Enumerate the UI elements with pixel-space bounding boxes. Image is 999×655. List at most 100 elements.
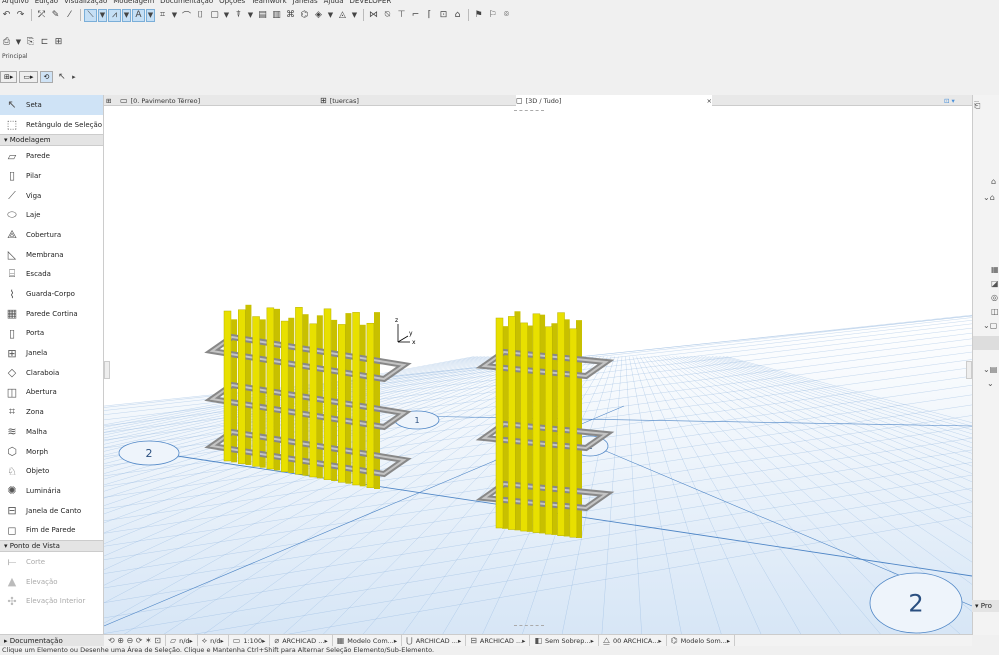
view-map-icon[interactable]: ⊡ ▾: [944, 95, 968, 106]
expand-icon[interactable]: ⌄▢: [983, 321, 997, 330]
tool-object[interactable]: ♘ Objeto: [0, 461, 103, 481]
chevron-right-icon[interactable]: ▸: [221, 637, 224, 645]
show-trace-icon[interactable]: ▥: [270, 9, 283, 22]
line-tool-icon[interactable]: ⟍: [84, 8, 97, 22]
panel-divider[interactable]: [973, 336, 999, 350]
tab-list-icon[interactable]: ⊞: [106, 95, 120, 106]
menu-item-2[interactable]: Visualização: [64, 0, 107, 5]
tool-column[interactable]: ▯ Pilar: [0, 166, 103, 186]
properties-section[interactable]: ▾ Pro: [972, 600, 999, 612]
chevron-right-icon[interactable]: ▸: [522, 637, 525, 645]
marquee-icon[interactable]: ▢: [208, 9, 221, 22]
tool-arrow-cursor[interactable]: ↖ Seta: [0, 95, 103, 115]
fillet-icon[interactable]: ⌐: [409, 9, 422, 22]
quick-option-dimension[interactable]: ⊟ ARCHICAD ... ▸: [466, 635, 531, 646]
tool-section[interactable]: ⟝ Corte: [0, 552, 103, 572]
quick-option-pen-set[interactable]: ⋃ ARCHICAD ... ▸: [402, 635, 467, 646]
quick-option-model-view[interactable]: ▦ Modelo Com... ▸: [333, 635, 403, 646]
view-icon[interactable]: ▦: [991, 265, 999, 274]
layers-icon[interactable]: ◈: [312, 9, 325, 22]
tool-interior-elevation[interactable]: ✣ Elevação Interior: [0, 592, 103, 612]
tool-wall-end[interactable]: ◻ Fim de Parede: [0, 520, 103, 540]
tab-schedule[interactable]: ⊞ [tuercas]: [320, 95, 516, 106]
menu-item-7[interactable]: Janelas: [293, 0, 318, 5]
quick-option-layer-combo[interactable]: ⌀ ARCHICAD ... ▸: [270, 635, 333, 646]
project-icon[interactable]: ⌂: [991, 177, 996, 186]
chevron-down-icon[interactable]: ▼: [98, 8, 107, 22]
undo-icon[interactable]: ↶: [0, 9, 13, 22]
trace-icon[interactable]: ▤: [256, 9, 269, 22]
chevron-down-icon[interactable]: ▼: [146, 8, 155, 22]
chevron-down-icon[interactable]: ▼: [326, 9, 335, 22]
chevron-right-icon[interactable]: ▸: [262, 637, 265, 645]
renovation-icon[interactable]: ◬: [336, 9, 349, 22]
find-select-icon[interactable]: ⍉: [381, 9, 394, 22]
grid-snap-icon[interactable]: ⌗: [156, 9, 169, 22]
tool-mesh[interactable]: ≋ Malha: [0, 422, 103, 442]
tool-lamp[interactable]: ✺ Luminária: [0, 481, 103, 501]
tool-shell[interactable]: ◺ Membrana: [0, 245, 103, 265]
lock-icon[interactable]: ⍒: [232, 9, 245, 22]
sheet-icon[interactable]: ◫: [991, 307, 999, 316]
quick-option-renovation[interactable]: ⧋ 00 ARCHICA... ▸: [599, 635, 667, 646]
chevron-right-icon[interactable]: ▸: [69, 71, 78, 84]
tool-opening[interactable]: ◫ Abertura: [0, 383, 103, 403]
top-drag-handle[interactable]: [514, 106, 544, 111]
tool-curtain-wall[interactable]: ▦ Parede Cortina: [0, 304, 103, 324]
chevron-down-icon[interactable]: ▼: [246, 9, 255, 22]
publish-icon[interactable]: ⎘: [24, 36, 37, 49]
section-ponto-de-vista[interactable]: ▾ Ponto de Vista: [0, 540, 103, 553]
eyedropper-icon[interactable]: ⁄: [63, 9, 76, 22]
tool-zone[interactable]: ⌗ Zona: [0, 402, 103, 422]
chevron-down-icon[interactable]: ▼: [170, 9, 179, 22]
flag-icon[interactable]: ⚑: [472, 9, 485, 22]
guide-line-icon[interactable]: ⌒: [180, 9, 193, 22]
menu-item-4[interactable]: Documentação: [160, 0, 213, 5]
tool-beam[interactable]: ⟋ Viga: [0, 186, 103, 206]
layout-icon[interactable]: ⊏: [38, 36, 51, 49]
tab-floor-plan[interactable]: ▭ [0. Pavimento Térreo]: [120, 95, 320, 106]
menu-item-9[interactable]: DEVELOPER: [350, 0, 392, 5]
tool-skylight[interactable]: ◇ Claraboia: [0, 363, 103, 383]
tool-marquee[interactable]: ⬚ Retângulo de Seleção: [0, 115, 103, 135]
tool-stair[interactable]: ⌸ Escada: [0, 265, 103, 285]
tab-close-icon[interactable]: ×: [707, 97, 712, 105]
section-documentacao[interactable]: ▸ Documentação: [0, 634, 104, 646]
quick-option-override[interactable]: ◧ Sem Sobrep... ▸: [530, 635, 599, 646]
view-mode-button[interactable]: ⊞▸: [0, 71, 18, 83]
window-mode-button[interactable]: ▭▸: [19, 71, 38, 83]
menu-item-6[interactable]: Teamwork: [251, 0, 286, 5]
inject-icon[interactable]: ✎: [49, 9, 62, 22]
3d-viewport[interactable]: 1222 zyx: [104, 106, 972, 634]
magic-wand-icon[interactable]: ⋈: [367, 9, 380, 22]
redo-icon[interactable]: ↷: [14, 9, 27, 22]
chevron-right-icon[interactable]: ▸: [190, 637, 193, 645]
chevron-right-icon[interactable]: ▸: [324, 637, 327, 645]
tool-slab[interactable]: ⬭ Laje: [0, 205, 103, 225]
chevron-right-icon[interactable]: ▸: [394, 637, 397, 645]
suspend-group-icon[interactable]: ⌬: [298, 9, 311, 22]
expand-icon[interactable]: ⌄▤: [983, 365, 997, 374]
orbit-button[interactable]: ⟲: [39, 71, 54, 83]
reference-icon[interactable]: ⚐: [486, 9, 499, 22]
quick-option-layer[interactable]: ▱ n/d ▸: [166, 635, 198, 646]
table-icon[interactable]: ⊞: [52, 36, 65, 49]
tool-corner-window[interactable]: ⊟ Janela de Canto: [0, 501, 103, 521]
tool-roof[interactable]: ⟁ Cobertura: [0, 225, 103, 245]
layout-icon[interactable]: ◪: [991, 279, 999, 288]
menu-item-3[interactable]: Modelagem: [113, 0, 154, 5]
chevron-right-icon[interactable]: ▸: [727, 637, 730, 645]
zoom-controls[interactable]: ⟲ ⊕ ⊖ ⟳ ✶ ⊡: [104, 635, 166, 646]
trim-icon[interactable]: ⌷: [194, 9, 207, 22]
quick-option-structure[interactable]: ⌬ Modelo Som... ▸: [667, 635, 736, 646]
menu-item-1[interactable]: Edição: [35, 0, 58, 5]
menu-item-0[interactable]: Arquivo: [2, 0, 29, 5]
printer-icon[interactable]: ⎙: [0, 36, 13, 49]
quick-option-pen[interactable]: ⟡ n/d ▸: [198, 635, 229, 646]
tool-wall[interactable]: ▱ Parede: [0, 146, 103, 166]
rebar-cage-left[interactable]: [204, 304, 412, 489]
bottom-drag-handle[interactable]: [514, 625, 544, 630]
chevron-down-icon[interactable]: ⌄: [987, 379, 994, 388]
text-tool-icon[interactable]: A: [132, 8, 145, 22]
chevron-down-icon[interactable]: ▼: [222, 9, 231, 22]
